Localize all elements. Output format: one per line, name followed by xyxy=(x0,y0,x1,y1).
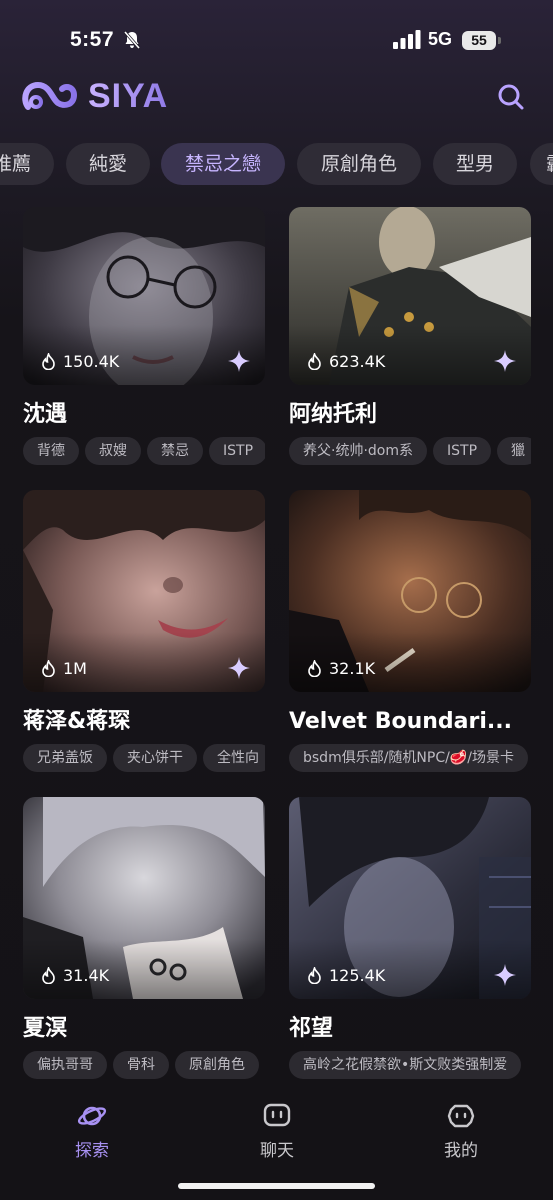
tag-list: 背德 叔嫂 禁忌 ISTP xyxy=(23,437,265,467)
character-image[interactable]: 125.4K xyxy=(289,797,531,999)
tag[interactable]: 兄弟盖饭 xyxy=(23,744,107,772)
sparkle-icon[interactable] xyxy=(227,656,251,680)
tag[interactable]: 偏执哥哥 xyxy=(23,1051,107,1079)
tab-handsome[interactable]: 型男 xyxy=(433,143,517,185)
count-value: 150.4K xyxy=(63,352,120,371)
popularity-count: 150.4K xyxy=(41,352,119,371)
tag[interactable]: 叔嫂 xyxy=(85,437,141,465)
nav-profile[interactable]: 我的 xyxy=(421,1102,501,1161)
character-name: 阿纳托利 xyxy=(289,402,378,427)
character-image[interactable]: 150.4K xyxy=(23,207,265,385)
tag[interactable]: 养父·统帅·dom系 xyxy=(289,437,427,465)
tag[interactable]: ISTP xyxy=(433,437,492,465)
tab-recommended[interactable]: 推薦 xyxy=(0,143,54,185)
battery-tip xyxy=(498,37,501,44)
character-name: Velvet Boundari... xyxy=(289,709,512,734)
nav-label: 探索 xyxy=(75,1141,109,1161)
bell-slash-icon xyxy=(123,31,141,49)
popularity-count: 1M xyxy=(41,659,87,678)
nav-label: 聊天 xyxy=(260,1141,294,1161)
flame-icon xyxy=(308,967,321,984)
character-name: 蒋泽&蒋琛 xyxy=(23,709,131,734)
character-card[interactable]: 31.4K 夏溟 偏执哥哥 骨科 原創角色 xyxy=(23,797,265,1081)
tag[interactable]: 全性向 xyxy=(203,744,265,772)
tag-list: 高岭之花假禁欲•斯文败类强制爱 xyxy=(289,1051,531,1081)
character-image[interactable]: 32.1K xyxy=(289,490,531,692)
tag[interactable]: 骨科 xyxy=(113,1051,169,1079)
profile-icon xyxy=(447,1104,475,1128)
count-value: 125.4K xyxy=(329,966,386,985)
tag[interactable]: 夹心饼干 xyxy=(113,744,197,772)
signal-icon xyxy=(393,30,421,49)
count-value: 31.4K xyxy=(63,966,110,985)
tab-dominant[interactable]: 霸 xyxy=(530,143,553,185)
logo-text: SIYA xyxy=(88,76,169,115)
flame-icon xyxy=(42,660,55,677)
tag[interactable]: 背德 xyxy=(23,437,79,465)
chat-icon xyxy=(263,1103,291,1127)
tag-list: 偏执哥哥 骨科 原創角色 xyxy=(23,1051,265,1081)
character-card[interactable]: 623.4K 阿纳托利 养父·统帅·dom系 ISTP 獵 xyxy=(289,207,531,467)
battery-icon: 55 xyxy=(462,31,496,50)
sparkle-icon[interactable] xyxy=(227,349,251,373)
app-logo: SIYA xyxy=(22,76,168,116)
nav-chat[interactable]: 聊天 xyxy=(237,1102,317,1161)
status-time: 5:57 xyxy=(70,28,115,51)
character-name: 夏溟 xyxy=(23,1016,68,1041)
home-indicator[interactable] xyxy=(178,1183,375,1189)
tag-list: 兄弟盖饭 夹心饼干 全性向 xyxy=(23,744,265,774)
flame-icon xyxy=(308,353,321,370)
sparkle-icon[interactable] xyxy=(493,963,517,987)
tag[interactable]: 高岭之花假禁欲•斯文败类强制爱 xyxy=(289,1051,522,1079)
character-card[interactable]: 32.1K Velvet Boundari... bsdm俱乐部/随机NPC/🥩… xyxy=(289,490,531,774)
network-type: 5G xyxy=(428,29,453,49)
tag-list: bsdm俱乐部/随机NPC/🥩/场景卡 xyxy=(289,744,531,774)
tag[interactable]: ISTP xyxy=(209,437,265,465)
tab-pure-love[interactable]: 純愛 xyxy=(66,143,150,185)
count-value: 32.1K xyxy=(329,659,376,678)
character-name: 祁望 xyxy=(289,1016,334,1041)
flame-icon xyxy=(308,660,321,677)
tab-forbidden-love[interactable]: 禁忌之戀 xyxy=(161,143,285,185)
character-name: 沈遇 xyxy=(23,402,68,427)
popularity-count: 623.4K xyxy=(307,352,385,371)
popularity-count: 125.4K xyxy=(307,966,385,985)
nav-label: 我的 xyxy=(444,1141,478,1161)
character-card[interactable]: 125.4K 祁望 高岭之花假禁欲•斯文败类强制爱 xyxy=(289,797,531,1081)
flame-icon xyxy=(42,353,55,370)
character-image[interactable]: 623.4K xyxy=(289,207,531,385)
character-image[interactable]: 31.4K xyxy=(23,797,265,999)
tag[interactable]: 禁忌 xyxy=(147,437,203,465)
popularity-count: 32.1K xyxy=(307,659,375,678)
count-value: 623.4K xyxy=(329,352,386,371)
tag[interactable]: 獵 xyxy=(497,437,531,465)
tab-original-character[interactable]: 原創角色 xyxy=(297,143,421,185)
flame-icon xyxy=(42,967,55,984)
sparkle-icon[interactable] xyxy=(493,349,517,373)
character-card[interactable]: 150.4K 沈遇 背德 叔嫂 禁忌 ISTP xyxy=(23,207,265,467)
count-value: 1M xyxy=(63,659,87,678)
tag[interactable]: 原創角色 xyxy=(175,1051,259,1079)
character-image[interactable]: 1M xyxy=(23,490,265,692)
app-screen: 5:57 5G 55 SIYA 推薦 純愛 禁忌之戀 原創角色 型男 150.4… xyxy=(0,0,553,1200)
logo-mark-icon xyxy=(22,81,78,110)
tag-list: 养父·统帅·dom系 ISTP 獵 xyxy=(289,437,531,467)
status-bar: 5:57 5G 55 xyxy=(0,0,553,80)
nav-explore[interactable]: 探索 xyxy=(52,1102,132,1161)
category-tabs: 推薦 純愛 禁忌之戀 原創角色 型男 霸 xyxy=(0,143,553,187)
search-icon[interactable] xyxy=(494,80,528,114)
tag[interactable]: bsdm俱乐部/随机NPC/🥩/场景卡 xyxy=(289,744,528,772)
planet-icon xyxy=(77,1106,107,1126)
popularity-count: 31.4K xyxy=(41,966,109,985)
character-card[interactable]: 1M 蒋泽&蒋琛 兄弟盖饭 夹心饼干 全性向 xyxy=(23,490,265,774)
